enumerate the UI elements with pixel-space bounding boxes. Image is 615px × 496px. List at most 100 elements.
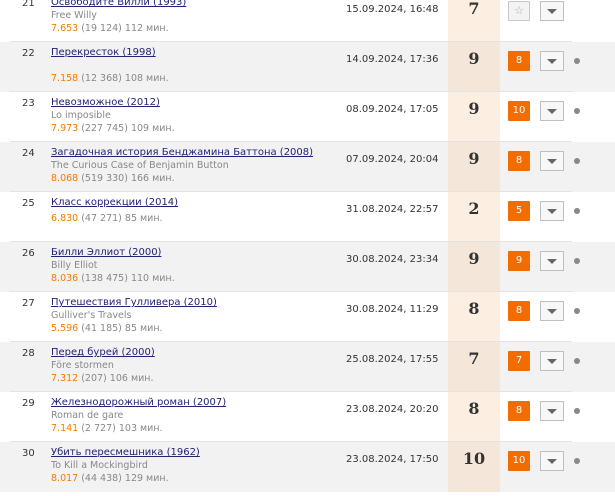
film-meta: 6.830 (47 271) 85 мин. (51, 213, 163, 224)
kp-rating: 7.973 (51, 123, 79, 134)
chevron-down-icon (547, 209, 557, 214)
dot-icon (574, 158, 580, 164)
vote-dropdown-button[interactable] (540, 101, 564, 121)
votes-duration: (47 271) 85 мин. (78, 213, 163, 224)
vote-badge[interactable]: 10 (508, 451, 530, 471)
vote-badge[interactable]: 8 (508, 301, 530, 321)
vote-dropdown-button[interactable] (540, 251, 564, 271)
film-title-link[interactable]: Перекресток (1998) (51, 47, 156, 58)
film-title-link[interactable]: Класс коррекции (2014) (51, 197, 178, 208)
film-title-link[interactable]: Убить пересмешника (1962) (51, 447, 200, 458)
vote-date: 08.09.2024, 17:05 (346, 104, 439, 115)
vote-dropdown-button[interactable] (540, 351, 564, 371)
chevron-down-icon (547, 9, 557, 14)
chevron-down-icon (547, 259, 557, 264)
votes-duration: (138 475) 110 мин. (78, 273, 175, 284)
vote-dropdown-button[interactable] (540, 451, 564, 471)
row-number: 25 (22, 198, 35, 209)
vote-dropdown-button[interactable] (540, 401, 564, 421)
film-title-link[interactable]: Путешествия Гулливера (2010) (51, 297, 217, 308)
vote-date: 15.09.2024, 16:48 (346, 4, 439, 15)
film-meta: 7.141 (2 727) 103 мин. (51, 423, 163, 434)
kp-rating: 5.596 (51, 323, 79, 334)
original-title: Gulliver's Travels (51, 310, 132, 321)
vote-dropdown-button[interactable] (540, 1, 564, 21)
vote-dropdown-button[interactable] (540, 201, 564, 221)
vote-date: 14.09.2024, 17:36 (346, 54, 439, 65)
dot-icon (574, 58, 580, 64)
star-icon[interactable]: ☆ (508, 1, 530, 21)
kp-rating: 7.653 (51, 23, 79, 34)
film-title-link[interactable]: Билли Эллиот (2000) (51, 247, 161, 258)
row-number: 27 (22, 298, 35, 309)
vote-badge[interactable]: 8 (508, 401, 530, 421)
list-item: 24 Загадочная история Бенджамина Баттона… (0, 142, 615, 192)
film-meta: 8.017 (44 438) 129 мин. (51, 473, 169, 484)
user-score: 2 (468, 199, 480, 218)
kp-rating: 7.158 (51, 73, 79, 84)
user-score: 7 (468, 0, 480, 18)
original-title: Free Willy (51, 10, 97, 21)
film-title-link[interactable]: Перед бурей (2000) (51, 347, 155, 358)
film-title-link[interactable]: Железнодорожный роман (2007) (51, 397, 226, 408)
chevron-down-icon (547, 309, 557, 314)
list-item: 28 Перед бурей (2000) Före stormen 7.312… (0, 342, 615, 392)
original-title: To Kill a Mockingbird (51, 460, 148, 471)
votes-list: 21 Освободите Вилли (1993) Free Willy 7.… (0, 0, 615, 496)
votes-duration: (44 438) 129 мин. (78, 473, 169, 484)
vote-dropdown-button[interactable] (540, 301, 564, 321)
vote-badge[interactable]: 9 (508, 251, 530, 271)
row-number: 24 (22, 148, 35, 159)
chevron-down-icon (547, 459, 557, 464)
votes-duration: (12 368) 108 мин. (78, 73, 169, 84)
kp-rating: 8.036 (51, 273, 79, 284)
vote-dropdown-button[interactable] (540, 151, 564, 171)
kp-rating: 7.141 (51, 423, 79, 434)
kp-rating: 8.017 (51, 473, 79, 484)
user-score: 7 (468, 349, 480, 368)
list-item: 29 Железнодорожный роман (2007) Roman de… (0, 392, 615, 442)
row-number: 28 (22, 348, 35, 359)
vote-badge[interactable]: 8 (508, 51, 530, 71)
list-item: 26 Билли Эллиот (2000) Billy Elliot 8.03… (0, 242, 615, 292)
chevron-down-icon (547, 409, 557, 414)
vote-date: 25.08.2024, 17:55 (346, 354, 439, 365)
dot-icon (574, 458, 580, 464)
vote-badge[interactable]: 5 (508, 201, 530, 221)
original-title: Lo imposible (51, 110, 111, 121)
vote-badge[interactable]: 8 (508, 151, 530, 171)
row-number: 22 (22, 48, 35, 59)
chevron-down-icon (547, 109, 557, 114)
vote-badge[interactable]: 10 (508, 101, 530, 121)
film-title-link[interactable]: Загадочная история Бенджамина Баттона (2… (51, 147, 313, 158)
user-score: 8 (468, 299, 480, 318)
dot-icon (574, 208, 580, 214)
row-number: 30 (22, 448, 35, 459)
votes-duration: (2 727) 103 мин. (78, 423, 163, 434)
film-meta: 7.312 (207) 106 мин. (51, 373, 154, 384)
list-item: 22 Перекресток (1998) 7.158 (12 368) 108… (0, 42, 615, 92)
film-title-link[interactable]: Освободите Вилли (1993) (51, 0, 186, 8)
vote-dropdown-button[interactable] (540, 51, 564, 71)
vote-date: 23.08.2024, 17:50 (346, 454, 439, 465)
row-number: 29 (22, 398, 35, 409)
dot-icon (574, 308, 580, 314)
vote-badge[interactable]: 7 (508, 351, 530, 371)
vote-date: 07.09.2024, 20:04 (346, 154, 439, 165)
film-meta: 7.653 (19 124) 112 мин. (51, 23, 169, 34)
original-title: Före stormen (51, 360, 114, 371)
vote-date: 31.08.2024, 22:57 (346, 204, 439, 215)
vote-date: 30.08.2024, 23:34 (346, 254, 439, 265)
film-title-link[interactable]: Невозможное (2012) (51, 97, 160, 108)
list-item: 30 Убить пересмешника (1962) To Kill a M… (0, 442, 615, 492)
kp-rating: 7.312 (51, 373, 79, 384)
chevron-down-icon (547, 359, 557, 364)
list-item: 27 Путешествия Гулливера (2010) Gulliver… (0, 292, 615, 342)
user-score: 9 (468, 99, 480, 118)
votes-duration: (519 330) 166 мин. (78, 173, 175, 184)
kp-rating: 6.830 (51, 213, 79, 224)
list-item: 23 Невозможное (2012) Lo imposible 7.973… (0, 92, 615, 142)
votes-duration: (227 745) 109 мин. (78, 123, 175, 134)
dot-icon (574, 408, 580, 414)
dot-icon (574, 108, 580, 114)
